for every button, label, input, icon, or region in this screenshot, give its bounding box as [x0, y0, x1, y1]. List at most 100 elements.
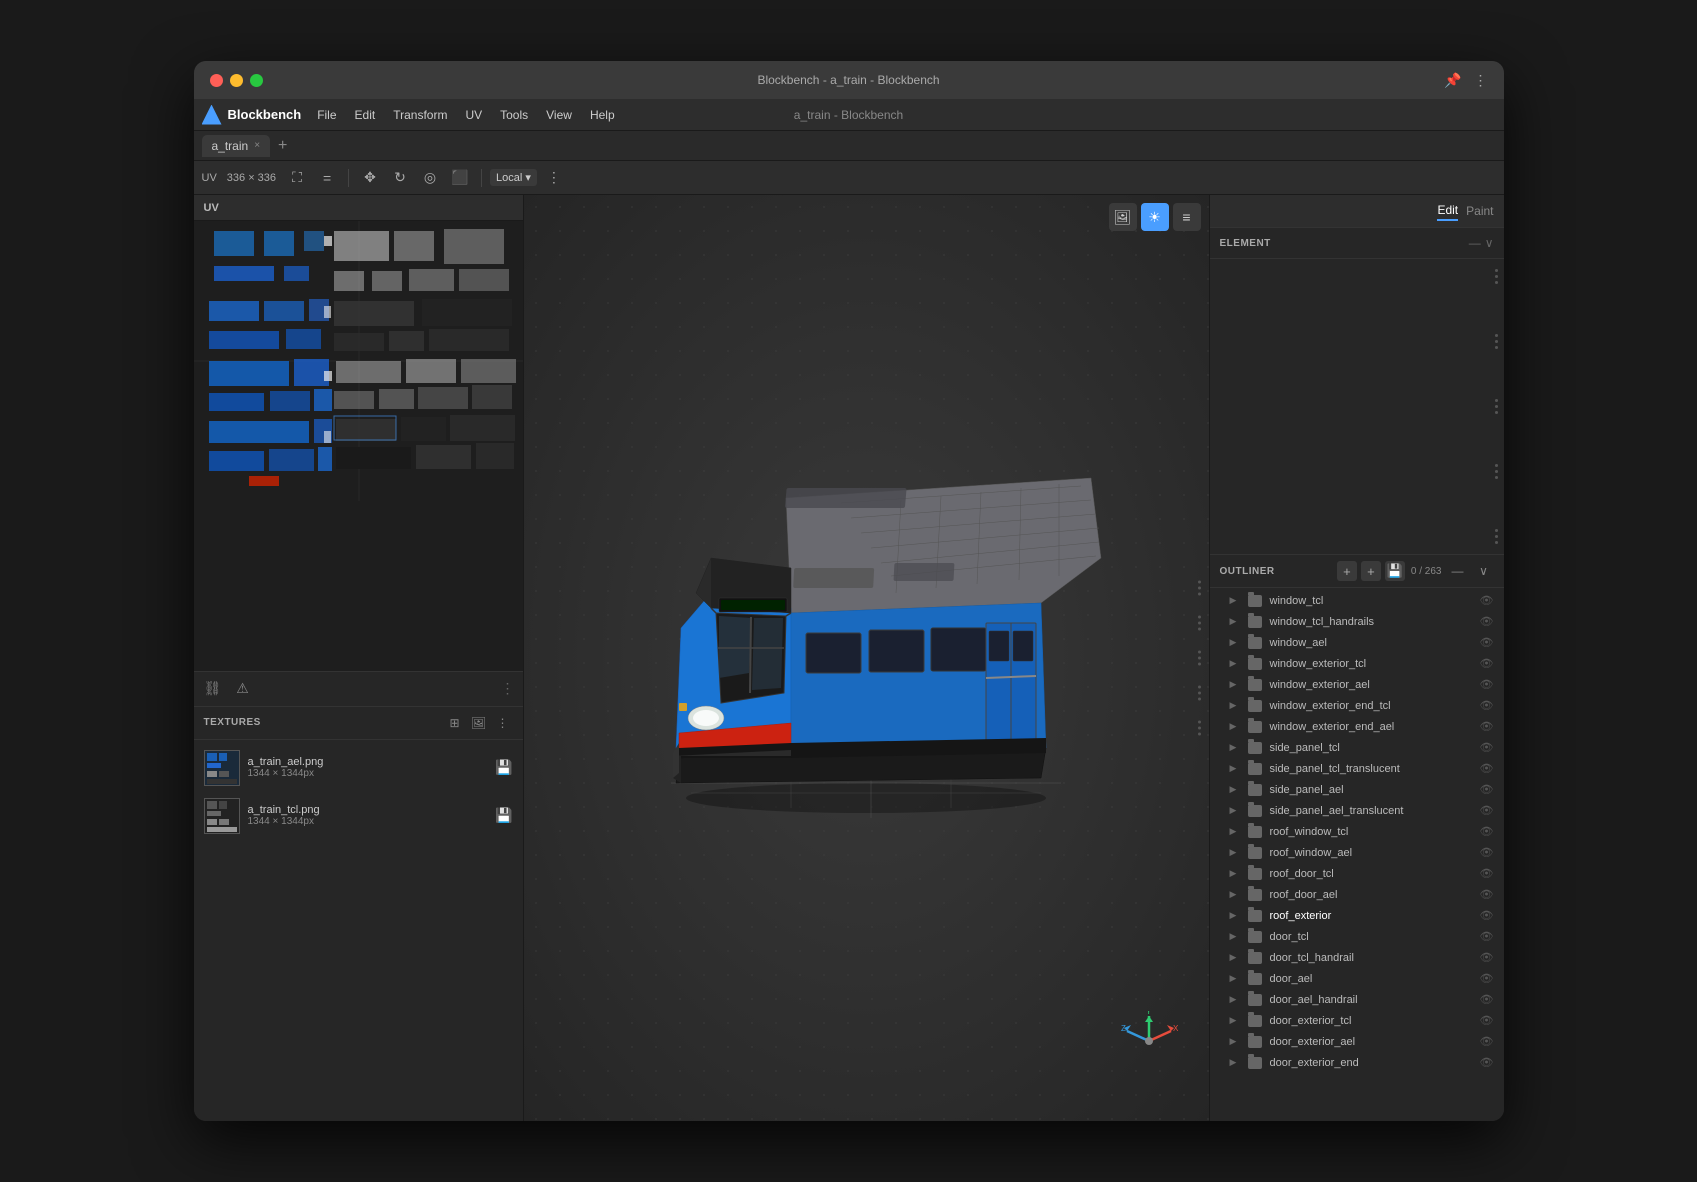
- visibility-icon[interactable]: 👁: [1480, 867, 1494, 880]
- visibility-icon[interactable]: 👁: [1480, 783, 1494, 796]
- outliner-item-window_ael[interactable]: ▶ window_ael 👁: [1210, 632, 1504, 653]
- outliner-save-btn[interactable]: 💾: [1385, 561, 1405, 581]
- outliner-item-door_exterior_ael[interactable]: ▶ door_exterior_ael 👁: [1210, 1031, 1504, 1052]
- outliner-add-cube-btn[interactable]: +: [1361, 561, 1381, 581]
- warning-icon[interactable]: ⚠: [232, 678, 254, 700]
- toolbar-move-btn[interactable]: ✥: [357, 166, 383, 190]
- visibility-icon[interactable]: 👁: [1480, 909, 1494, 922]
- visibility-icon[interactable]: 👁: [1480, 762, 1494, 775]
- visibility-icon[interactable]: 👁: [1480, 594, 1494, 607]
- tab-a-train[interactable]: a_train ×: [202, 135, 271, 157]
- visibility-icon[interactable]: 👁: [1480, 951, 1494, 964]
- viewport-image-btn[interactable]: 🖼: [1109, 203, 1137, 231]
- minimize-button[interactable]: [230, 74, 243, 87]
- uv-canvas[interactable]: [194, 221, 523, 671]
- outliner-item-side_panel_ael[interactable]: ▶ side_panel_ael 👁: [1210, 779, 1504, 800]
- toolbar-target-btn[interactable]: ◎: [417, 166, 443, 190]
- texture-save-ael[interactable]: 💾: [495, 759, 512, 776]
- viewport-menu-btn[interactable]: ≡: [1173, 203, 1201, 231]
- outliner-item-roof_exterior[interactable]: ▶ roof_exterior 👁: [1210, 905, 1504, 926]
- outliner-minus-btn[interactable]: —: [1448, 561, 1468, 581]
- pin-icon[interactable]: 📌: [1444, 72, 1461, 89]
- toolbar-local-dropdown[interactable]: Local ▾: [490, 169, 537, 186]
- tab-paint[interactable]: Paint: [1466, 202, 1493, 220]
- outliner-item-door_exterior_end[interactable]: ▶ door_exterior_end 👁: [1210, 1052, 1504, 1073]
- link-icon[interactable]: ⛓: [202, 678, 224, 700]
- toolbar-camera-btn[interactable]: ⬛: [447, 166, 473, 190]
- right-dots-1[interactable]: [1495, 269, 1498, 284]
- outliner-item-door_tcl[interactable]: ▶ door_tcl 👁: [1210, 926, 1504, 947]
- visibility-icon[interactable]: 👁: [1480, 825, 1494, 838]
- outliner-item-roof_window_tcl[interactable]: ▶ roof_window_tcl 👁: [1210, 821, 1504, 842]
- outliner-item-door_ael[interactable]: ▶ door_ael 👁: [1210, 968, 1504, 989]
- toolbar-more-btn[interactable]: ⋮: [541, 166, 567, 190]
- menu-view[interactable]: View: [538, 105, 580, 125]
- gizmo[interactable]: X Y Z: [1119, 1011, 1179, 1071]
- vert-menu-3[interactable]: [1198, 651, 1201, 666]
- visibility-icon[interactable]: 👁: [1480, 678, 1494, 691]
- visibility-icon[interactable]: 👁: [1480, 720, 1494, 733]
- tab-edit[interactable]: Edit: [1437, 201, 1458, 221]
- outliner-item-roof_door_ael[interactable]: ▶ roof_door_ael 👁: [1210, 884, 1504, 905]
- vert-menu-2[interactable]: [1198, 616, 1201, 631]
- visibility-icon[interactable]: 👁: [1480, 804, 1494, 817]
- visibility-icon[interactable]: 👁: [1480, 1056, 1494, 1069]
- toolbar-rotate-btn[interactable]: ↻: [387, 166, 413, 190]
- visibility-icon[interactable]: 👁: [1480, 993, 1494, 1006]
- outliner-item-window_tcl_handrails[interactable]: ▶ window_tcl_handrails 👁: [1210, 611, 1504, 632]
- viewport-light-btn[interactable]: ☀: [1141, 203, 1169, 231]
- outliner-item-window_exterior_tcl[interactable]: ▶ window_exterior_tcl 👁: [1210, 653, 1504, 674]
- menu-uv[interactable]: UV: [457, 105, 490, 125]
- visibility-icon[interactable]: 👁: [1480, 846, 1494, 859]
- visibility-icon[interactable]: 👁: [1480, 1014, 1494, 1027]
- menu-edit[interactable]: Edit: [347, 105, 384, 125]
- outliner-item-window_tcl[interactable]: ▶ window_tcl 👁: [1210, 590, 1504, 611]
- tab-close-button[interactable]: ×: [254, 140, 260, 151]
- outliner-item-door_tcl_handrail[interactable]: ▶ door_tcl_handrail 👁: [1210, 947, 1504, 968]
- app-logo[interactable]: Blockbench: [202, 105, 302, 125]
- visibility-icon[interactable]: 👁: [1480, 930, 1494, 943]
- textures-add-btn[interactable]: ⊞: [445, 713, 465, 733]
- menu-tools[interactable]: Tools: [492, 105, 536, 125]
- maximize-button[interactable]: [250, 74, 263, 87]
- outliner-item-side_panel_tcl[interactable]: ▶ side_panel_tcl 👁: [1210, 737, 1504, 758]
- toolbar-expand-btn[interactable]: ⛶: [284, 166, 310, 190]
- outliner-item-side_panel_ael_translucent[interactable]: ▶ side_panel_ael_translucent 👁: [1210, 800, 1504, 821]
- more-icon[interactable]: ⋮: [1474, 72, 1488, 89]
- texture-item-tcl[interactable]: a_train_tcl.png 1344 × 1344px 💾: [194, 792, 523, 840]
- right-dots-4[interactable]: [1495, 464, 1498, 479]
- right-dots-2[interactable]: [1495, 334, 1498, 349]
- outliner-item-window_exterior_end_ael[interactable]: ▶ window_exterior_end_ael 👁: [1210, 716, 1504, 737]
- toolbar-grid-btn[interactable]: =: [314, 166, 340, 190]
- visibility-icon[interactable]: 👁: [1480, 699, 1494, 712]
- visibility-icon[interactable]: 👁: [1480, 972, 1494, 985]
- right-dots-3[interactable]: [1495, 399, 1498, 414]
- close-button[interactable]: [210, 74, 223, 87]
- texture-save-tcl[interactable]: 💾: [495, 807, 512, 824]
- vert-menu-5[interactable]: [1198, 721, 1201, 736]
- element-minus-btn[interactable]: —: [1469, 236, 1481, 250]
- outliner-item-window_exterior_end_tcl[interactable]: ▶ window_exterior_end_tcl 👁: [1210, 695, 1504, 716]
- right-dots-5[interactable]: [1495, 529, 1498, 544]
- viewport[interactable]: 🖼 ☀ ≡: [524, 195, 1209, 1121]
- tab-add-button[interactable]: +: [274, 137, 291, 155]
- outliner-item-door_exterior_tcl[interactable]: ▶ door_exterior_tcl 👁: [1210, 1010, 1504, 1031]
- outliner-item-door_ael_handrail[interactable]: ▶ door_ael_handrail 👁: [1210, 989, 1504, 1010]
- visibility-icon[interactable]: 👁: [1480, 636, 1494, 649]
- more-options-icon[interactable]: ⋮: [501, 680, 515, 697]
- visibility-icon[interactable]: 👁: [1480, 615, 1494, 628]
- outliner-item-window_exterior_ael[interactable]: ▶ window_exterior_ael 👁: [1210, 674, 1504, 695]
- outliner-add-group-btn[interactable]: +: [1337, 561, 1357, 581]
- outliner-item-side_panel_tcl_translucent[interactable]: ▶ side_panel_tcl_translucent 👁: [1210, 758, 1504, 779]
- element-expand-btn[interactable]: ∨: [1485, 236, 1494, 250]
- menu-file[interactable]: File: [309, 105, 344, 125]
- outliner-item-roof_window_ael[interactable]: ▶ roof_window_ael 👁: [1210, 842, 1504, 863]
- vert-menu-1[interactable]: [1198, 581, 1201, 596]
- textures-import-btn[interactable]: 🖼: [469, 713, 489, 733]
- visibility-icon[interactable]: 👁: [1480, 657, 1494, 670]
- visibility-icon[interactable]: 👁: [1480, 741, 1494, 754]
- texture-item-ael[interactable]: a_train_ael.png 1344 × 1344px 💾: [194, 744, 523, 792]
- textures-more-btn[interactable]: ⋮: [493, 713, 513, 733]
- visibility-icon[interactable]: 👁: [1480, 1035, 1494, 1048]
- visibility-icon[interactable]: 👁: [1480, 888, 1494, 901]
